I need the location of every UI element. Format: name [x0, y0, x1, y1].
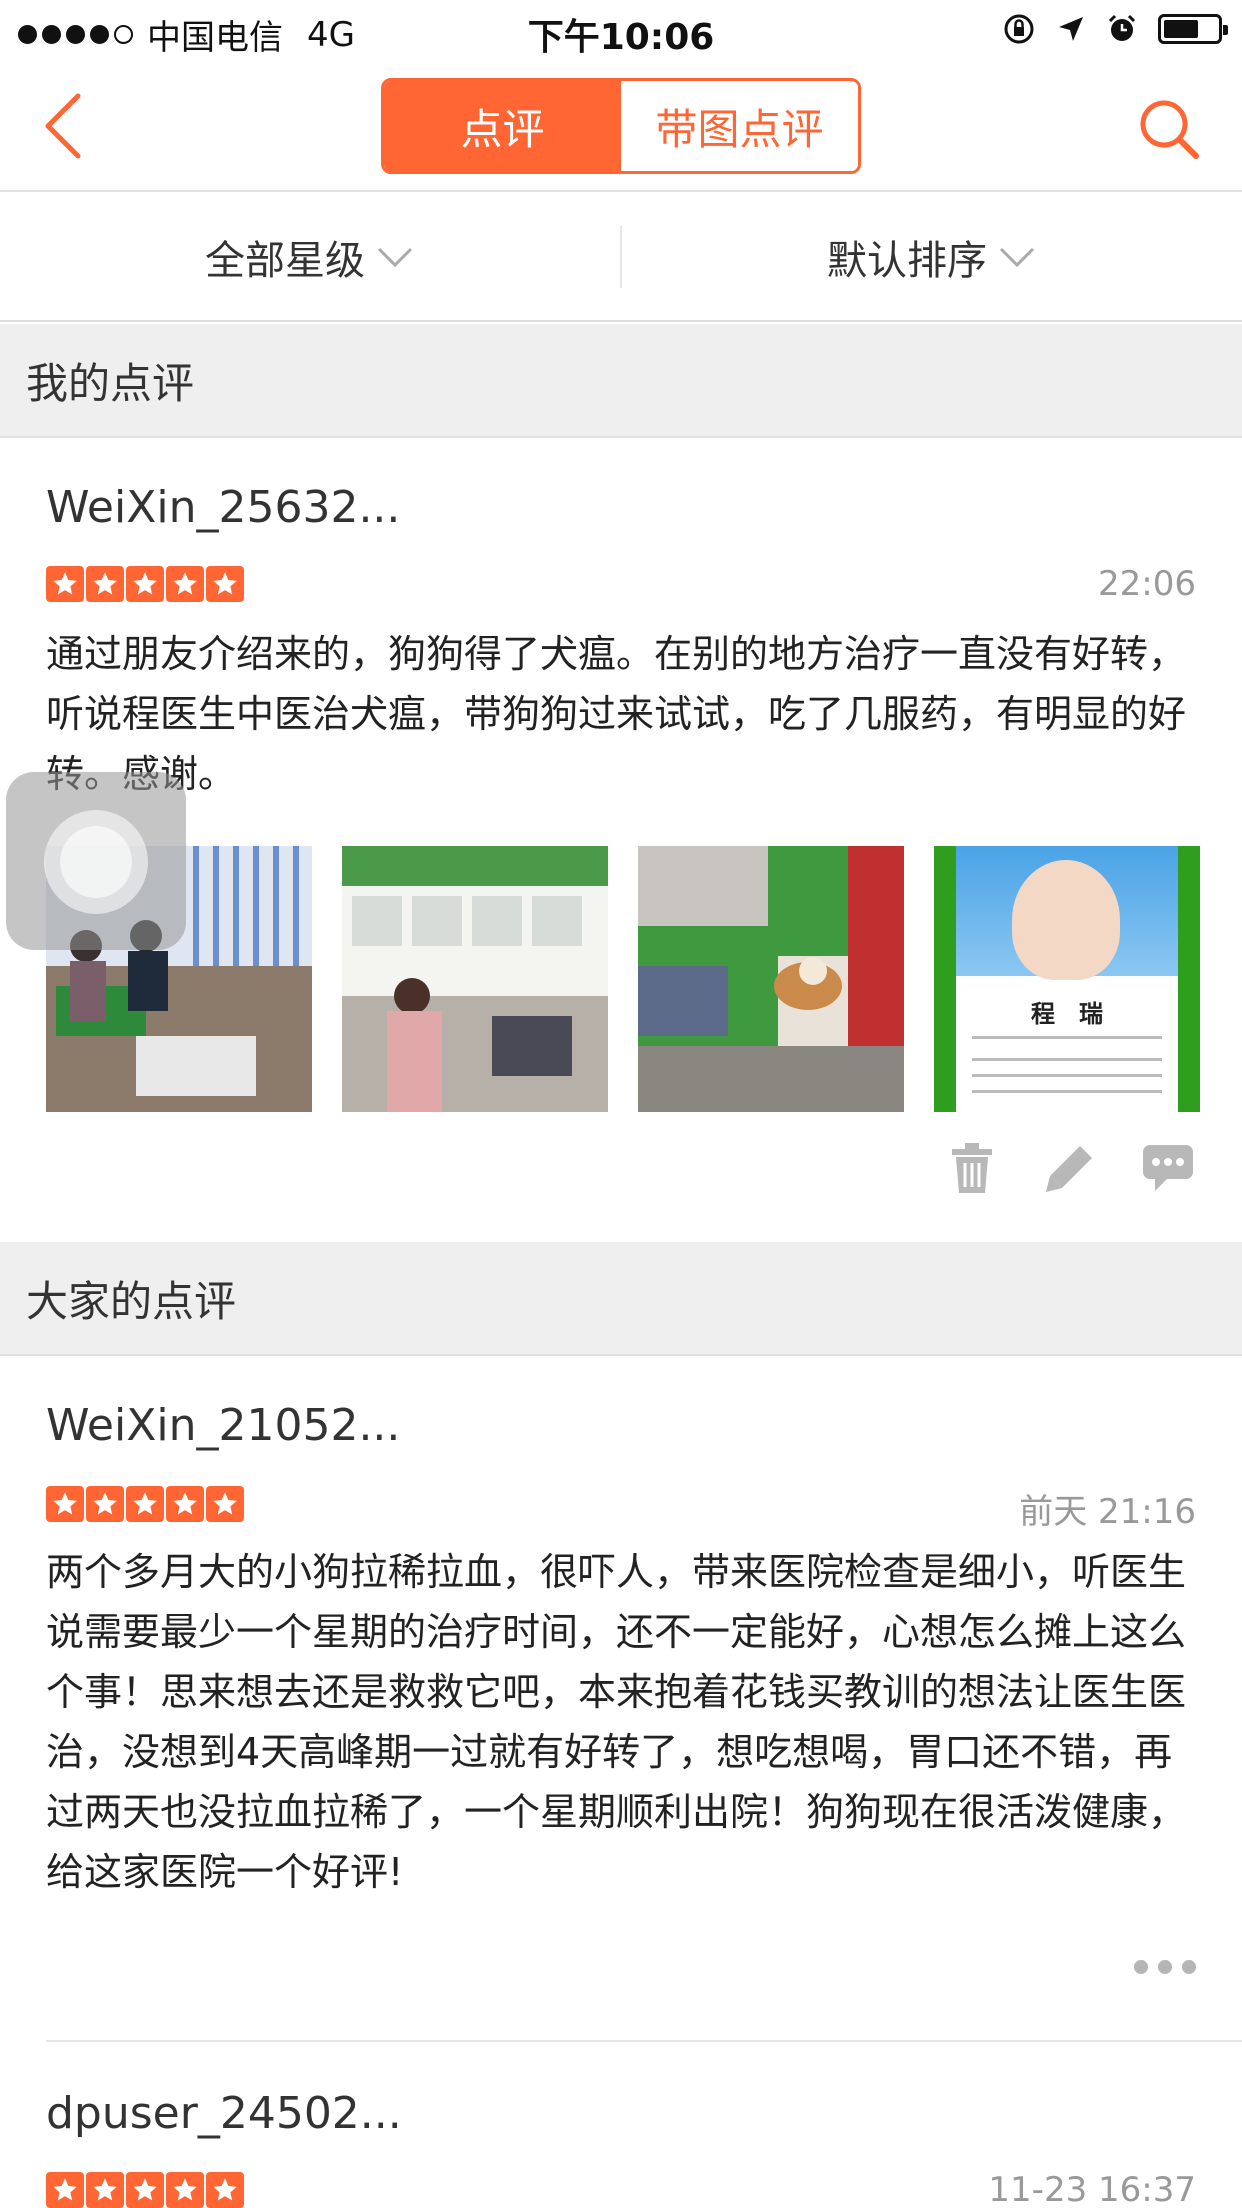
all-reviews-header: 大家的点评 — [0, 1242, 1242, 1356]
star-icon — [46, 566, 84, 602]
alarm-icon — [1108, 14, 1136, 41]
review-username[interactable]: WeiXin_21052... — [46, 1400, 400, 1451]
pencil-icon — [1046, 1146, 1092, 1192]
review-text: 通过朋友介绍来的，狗狗得了犬瘟。在别的地方治疗一直没有好转，听说程医生中医治犬瘟… — [46, 632, 1187, 796]
star-icon — [46, 1486, 84, 1522]
photo-text-line — [972, 1036, 1162, 1039]
star-icon — [126, 566, 164, 602]
star-icon — [166, 1486, 204, 1522]
battery-icon — [1158, 14, 1228, 44]
tab-photo-reviews[interactable]: 带图点评 — [621, 81, 858, 171]
star-icon — [166, 566, 204, 602]
review-username[interactable]: dpuser_24502... — [46, 2088, 402, 2139]
review-text: 两个多月大的小狗拉稀拉血，很吓人，带来医院检查是细小，听医生说需要最少一个星期的… — [46, 1550, 1187, 1894]
photo-text-line — [972, 1058, 1162, 1061]
review-time: 22:06 — [1098, 564, 1196, 604]
search-icon — [1140, 100, 1199, 159]
my-reviews-header: 我的点评 — [0, 324, 1242, 438]
star-icon — [86, 2172, 124, 2208]
nav-bar: 点评 带图点评 — [0, 62, 1242, 192]
star-icon — [206, 2172, 244, 2208]
status-bar: 中国电信 4G 下午10:06 — [0, 0, 1242, 62]
star-rating — [46, 566, 244, 602]
review-username[interactable]: WeiXin_25632... — [46, 482, 400, 533]
review-photos: 程 瑞 — [46, 846, 1200, 1112]
edit-button[interactable] — [1042, 1140, 1098, 1196]
back-button[interactable] — [36, 90, 92, 162]
dot — [1158, 1960, 1172, 1974]
comment-button[interactable] — [1140, 1140, 1196, 1196]
tab-reviews[interactable]: 点评 — [384, 81, 621, 171]
star-icon — [206, 1486, 244, 1522]
photo-text-line — [972, 1090, 1162, 1093]
trash-icon — [952, 1143, 992, 1193]
dot — [1134, 1960, 1148, 1974]
filter-bar: 全部星级 默认排序 — [0, 194, 1242, 322]
star-icon — [86, 1486, 124, 1522]
star-filter-dropdown[interactable]: 全部星级 — [0, 194, 620, 320]
star-icon — [126, 2172, 164, 2208]
photo-caption: 程 瑞 — [1031, 1000, 1103, 1028]
review-time: 11-23 16:37 — [988, 2170, 1196, 2208]
portrait — [1012, 860, 1120, 980]
star-icon — [206, 566, 244, 602]
dot — [1182, 1960, 1196, 1974]
star-icon — [46, 2172, 84, 2208]
chevron-left-icon — [45, 93, 81, 159]
sort-dropdown[interactable]: 默认排序 — [622, 194, 1242, 320]
review-divider — [46, 2040, 1242, 2042]
orientation-lock-icon — [1004, 14, 1034, 44]
sort-label: 默认排序 — [827, 238, 987, 284]
review-photo[interactable] — [342, 846, 608, 1112]
review-photo[interactable] — [638, 846, 904, 1112]
chevron-down-icon — [999, 247, 1035, 268]
section-title: 我的点评 — [26, 358, 195, 408]
photo-text-line — [972, 1074, 1162, 1077]
search-button[interactable] — [1136, 96, 1202, 162]
assistive-touch-button[interactable] — [6, 772, 186, 950]
star-filter-label: 全部星级 — [205, 238, 365, 284]
star-icon — [86, 566, 124, 602]
review-actions — [944, 1140, 1196, 1196]
section-title: 大家的点评 — [26, 1276, 237, 1326]
star-icon — [126, 1486, 164, 1522]
review-photo[interactable]: 程 瑞 — [934, 846, 1200, 1112]
star-icon — [166, 2172, 204, 2208]
more-options-button[interactable] — [1134, 1960, 1196, 1974]
review-type-tabs: 点评 带图点评 — [381, 78, 861, 174]
location-icon — [1059, 17, 1083, 41]
review-time: 前天 21:16 — [1019, 1492, 1196, 1532]
comment-icon — [1143, 1145, 1193, 1191]
status-icons — [1002, 12, 1228, 46]
star-rating — [46, 1486, 244, 1522]
delete-button[interactable] — [944, 1140, 1000, 1196]
star-rating — [46, 2172, 244, 2208]
chevron-down-icon — [377, 247, 413, 268]
